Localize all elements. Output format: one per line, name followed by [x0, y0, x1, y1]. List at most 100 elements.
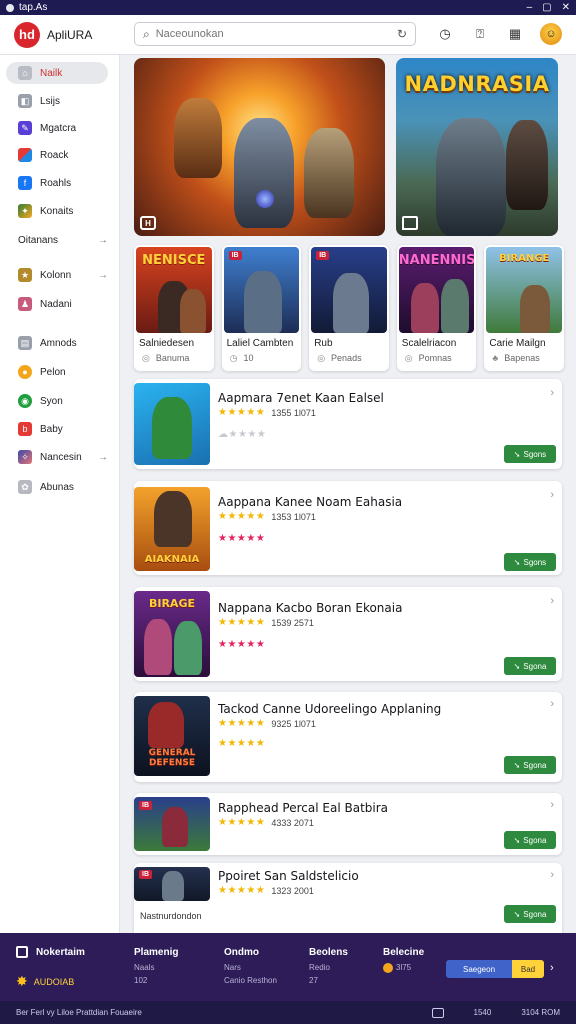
hero-title: NADNRASIA	[404, 72, 550, 96]
sidebar-item-amnods[interactable]: ▤ Amnods	[6, 332, 108, 354]
character-figure	[520, 285, 551, 333]
list-item[interactable]: IB Ppoiret San Saldstelicio ★★★★★ 1323 20…	[134, 863, 562, 939]
search-input[interactable]	[155, 28, 391, 40]
download-icon: ➘	[513, 835, 521, 845]
sidebar-item-roahls[interactable]: f Roahls	[6, 172, 108, 194]
sidebar-item-baby[interactable]: b Baby	[6, 418, 108, 440]
get-button[interactable]: ➘ Sgons	[504, 445, 556, 463]
sidebar-item-label: Kolonn	[40, 269, 72, 281]
status-left-text: Ber Ferl vy Liloe Prattdian Fouaeire	[16, 1008, 142, 1017]
list-item[interactable]: BIRAGE Nappana Kacbo Boran Ekonaia ★★★★★…	[134, 587, 562, 681]
game-card[interactable]: IB Rub ◎ Penads	[309, 245, 389, 371]
chat-bubble-icon	[402, 216, 418, 230]
sidebar-item-mgatcra[interactable]: ✎ Mgatcra	[6, 117, 108, 139]
hero-character	[174, 98, 222, 178]
hero-banner-1[interactable]: H	[134, 58, 385, 236]
chevron-right-icon: →	[98, 269, 108, 281]
list-item[interactable]: IB Rapphead Percal Eal Batbira ★★★★★ 4333…	[134, 793, 562, 855]
card-meta: Penads	[331, 353, 362, 363]
cta-left-button[interactable]: Saegeon	[446, 960, 512, 978]
hero-banner-2[interactable]: NADNRASIA	[396, 58, 558, 236]
screenshot-icon[interactable]	[431, 1007, 444, 1018]
game-thumbnail: IB	[311, 247, 387, 333]
sidebar-item-nancesin[interactable]: ✧ Nancesin →	[6, 446, 108, 468]
list-item[interactable]: Aapmara 7enet Kaan Ealsel ★★★★★ 1355 1l07…	[134, 379, 562, 469]
game-card[interactable]: NENISCE Salniedesen ◎ Banuma	[134, 245, 214, 371]
hero-robot	[436, 118, 506, 236]
bottom-column[interactable]: Ondmo Nars Canio Resthon	[224, 947, 277, 985]
sidebar-item-lsijs[interactable]: ◧ Lsijs	[6, 90, 108, 112]
grid-icon[interactable]: ▦	[505, 24, 525, 44]
hero-badge-icon: H	[140, 216, 156, 230]
get-button[interactable]: ➘ Sgona	[504, 756, 556, 774]
sidebar-item-label: Roack	[40, 149, 69, 161]
sidebar-item-label: Pelon	[40, 366, 66, 378]
sidebar-item-nadani[interactable]: ♟ Nadani	[6, 293, 108, 315]
avatar[interactable]: ☺	[540, 23, 562, 45]
maximize-button[interactable]: ▢	[542, 2, 551, 13]
help-icon[interactable]: ⍰	[470, 24, 490, 44]
get-button[interactable]: ➘ Sgona	[504, 905, 556, 923]
search-box[interactable]: ⌕ ↻	[134, 22, 416, 46]
character-figure	[440, 279, 469, 333]
sidebar-item-label: Nadani	[40, 298, 72, 310]
rating-stars: ★★★★★	[218, 718, 266, 729]
sidebar-item-roack[interactable]: Roack	[6, 144, 108, 166]
bottom-column[interactable]: Beolens Redio 27	[309, 947, 348, 985]
bottom-column[interactable]: Belecine 3l75	[383, 947, 424, 973]
get-button[interactable]: ➘ Sgona	[504, 657, 556, 675]
bottom-cta[interactable]: Saegeon Bad	[446, 960, 544, 978]
bottom-brand[interactable]: Nokertaim	[16, 946, 85, 958]
game-tag: IB	[228, 251, 242, 260]
chevron-right-icon[interactable]: ›	[550, 489, 554, 501]
home-icon: ⌂	[18, 66, 32, 80]
clock-icon: ◷	[229, 353, 238, 363]
compass-icon[interactable]: ◷	[435, 24, 455, 44]
sidebar-item-syon[interactable]: ◉ Syon	[6, 390, 108, 412]
list-item[interactable]: GENERAL DEFENSE Tackod Canne Udoreelingo…	[134, 692, 562, 782]
brand-icon	[16, 946, 28, 958]
sidebar-item-konaits[interactable]: ✦ Konaits	[6, 200, 108, 222]
game-card[interactable]: NANENNIS Scalelriacon ◎ Pomnas	[396, 245, 477, 371]
game-card[interactable]: BIRANGE Carie Mailgn ♣ Bapenas	[484, 245, 564, 371]
game-tag: IB	[316, 251, 330, 260]
coin-icon: ●	[18, 365, 32, 379]
close-button[interactable]: ✕	[562, 2, 570, 13]
get-button[interactable]: ➘ Sgona	[504, 831, 556, 849]
game-thumbnail: IB	[223, 247, 300, 333]
card-meta: Pomnas	[418, 353, 452, 363]
sidebar-item-home[interactable]: ⌂ Nailk	[6, 62, 108, 84]
cta-right-button[interactable]: Bad	[512, 960, 544, 978]
sidebar-item-kolonn[interactable]: ★ Kolonn →	[6, 264, 108, 286]
chevron-right-icon[interactable]: ›	[550, 387, 554, 399]
chevron-right-icon[interactable]: ›	[550, 869, 554, 881]
info-icon: ◎	[317, 353, 326, 363]
brand-label: Nokertaim	[36, 946, 85, 958]
minimize-button[interactable]: –	[527, 2, 533, 13]
bottom-column[interactable]: Plamenig Naals 102	[134, 947, 178, 985]
chevron-right-icon[interactable]: ›	[550, 962, 554, 974]
sidebar-item-abunas[interactable]: ✿ Abunas	[6, 476, 108, 498]
app-name: ApliURA	[47, 27, 93, 42]
get-button[interactable]: ➘ Sgons	[504, 553, 556, 571]
refresh-icon[interactable]: ↻	[397, 27, 407, 41]
chevron-right-icon[interactable]: ›	[550, 799, 554, 811]
chevron-right-icon[interactable]: ›	[550, 595, 554, 607]
list-item[interactable]: AIAKNAIA Aappana Kanee Noam Eahasia ★★★★…	[134, 481, 562, 575]
section-label: Oitanans	[18, 235, 59, 246]
game-card[interactable]: IB Laliel Cambten ◷ 10	[221, 245, 302, 371]
game-title: Aappana Kanee Noam Eahasia	[218, 495, 403, 509]
app-logo[interactable]: hd	[14, 21, 40, 48]
thumb-title: BIRAGE	[148, 597, 195, 610]
download-icon: ➘	[513, 760, 521, 770]
cluster-icon: ✿	[18, 480, 32, 494]
sub-rating: ☁★★★★	[218, 429, 267, 440]
sparkle-icon: ✸	[16, 973, 28, 989]
chevron-right-icon[interactable]: ›	[550, 698, 554, 710]
sidebar-item-label: Abunas	[40, 481, 74, 493]
users-icon: ♣	[492, 353, 499, 363]
bottom-tagline: ✸ AUDOIAB	[16, 973, 74, 990]
sidebar-item-pelon[interactable]: ● Pelon	[6, 361, 108, 383]
tag-icon: ◧	[18, 94, 32, 108]
sidebar-section-header[interactable]: Oitanans →	[18, 235, 108, 246]
